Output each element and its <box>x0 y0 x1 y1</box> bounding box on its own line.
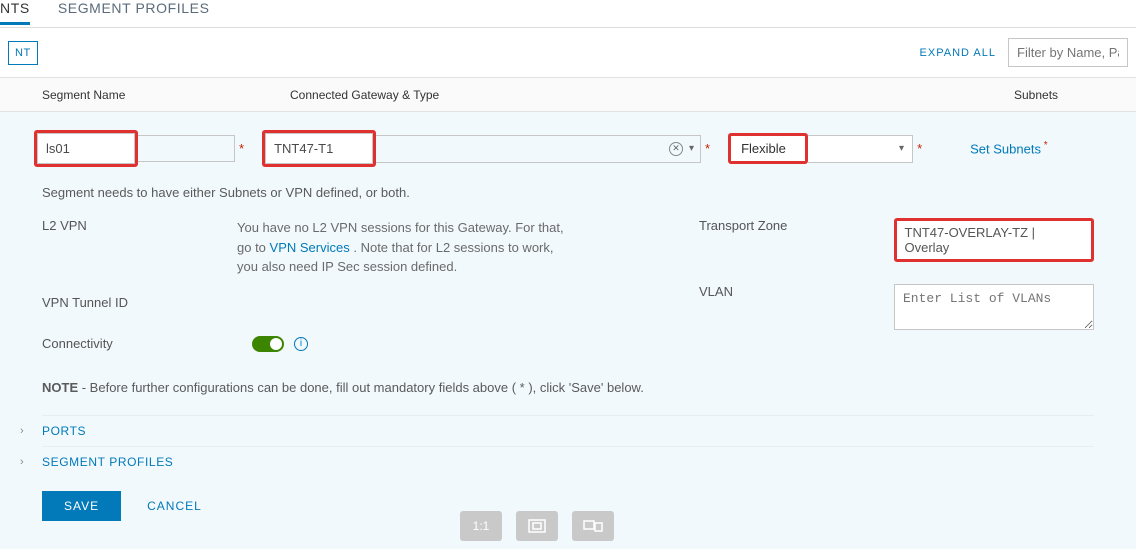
cancel-button[interactable]: CANCEL <box>147 499 202 513</box>
ports-section-toggle[interactable]: › PORTS <box>42 415 1094 446</box>
viewer-controls: 1:1 <box>460 511 614 541</box>
vpn-services-link[interactable]: VPN Services <box>270 240 350 255</box>
chevron-right-icon: › <box>20 456 32 468</box>
chevron-right-icon: › <box>20 425 32 437</box>
transport-zone-value[interactable]: TNT47-OVERLAY-TZ | Overlay <box>894 218 1094 262</box>
toolbar: NT EXPAND ALL <box>0 28 1136 78</box>
segment-name-input-ext[interactable] <box>138 135 235 162</box>
add-segment-button[interactable]: NT <box>8 41 38 65</box>
expand-all-link[interactable]: EXPAND ALL <box>920 47 996 59</box>
type-dropdown-icon[interactable]: ▾ <box>899 143 904 154</box>
header-segment-name: Segment Name <box>0 88 290 102</box>
gateway-input-controls: ✕ ▾ <box>376 135 701 163</box>
vlan-input[interactable] <box>894 284 1094 330</box>
vpn-tunnel-id-label: VPN Tunnel ID <box>42 295 237 310</box>
info-icon[interactable]: i <box>294 337 308 351</box>
required-indicator: * <box>705 141 710 156</box>
segment-details-panel: Segment needs to have either Subnets or … <box>0 185 1136 549</box>
vlan-label: VLAN <box>699 284 894 299</box>
mandatory-fields-note: NOTE - Before further configurations can… <box>42 380 1094 395</box>
segment-type-select[interactable]: Flexible <box>741 141 786 156</box>
required-indicator: * <box>239 141 244 156</box>
l2vpn-label: L2 VPN <box>42 218 237 233</box>
save-button[interactable]: SAVE <box>42 491 121 521</box>
fit-screen-icon[interactable] <box>516 511 558 541</box>
l2vpn-value: You have no L2 VPN sessions for this Gat… <box>237 218 577 277</box>
tab-segment-profiles[interactable]: SEGMENT PROFILES <box>58 0 210 22</box>
segment-edit-row: * ✕ ▾ * Flexible ▾ * Set Subnets * <box>0 112 1136 185</box>
tab-bar: NTS SEGMENT PROFILES <box>0 0 1136 28</box>
segment-name-input[interactable] <box>37 133 135 164</box>
connectivity-toggle[interactable] <box>252 336 284 352</box>
segment-definition-note: Segment needs to have either Subnets or … <box>42 185 1094 200</box>
gateway-dropdown-icon[interactable]: ▾ <box>689 143 694 154</box>
set-subnets-link[interactable]: Set Subnets * <box>970 140 1048 156</box>
header-gateway-type: Connected Gateway & Type <box>290 88 990 102</box>
clear-gateway-icon[interactable]: ✕ <box>669 142 683 156</box>
tab-segments[interactable]: NTS <box>0 0 30 25</box>
segment-profiles-section-toggle[interactable]: › SEGMENT PROFILES <box>42 446 1094 477</box>
header-subnets: Subnets <box>990 88 1058 102</box>
required-indicator: * <box>917 141 922 156</box>
screens-icon[interactable] <box>572 511 614 541</box>
connectivity-label: Connectivity <box>42 336 252 351</box>
filter-input[interactable] <box>1008 38 1128 67</box>
column-headers: Segment Name Connected Gateway & Type Su… <box>0 78 1136 112</box>
connected-gateway-input[interactable] <box>265 133 373 164</box>
zoom-1-1-icon[interactable]: 1:1 <box>460 511 502 541</box>
transport-zone-label: Transport Zone <box>699 218 894 233</box>
